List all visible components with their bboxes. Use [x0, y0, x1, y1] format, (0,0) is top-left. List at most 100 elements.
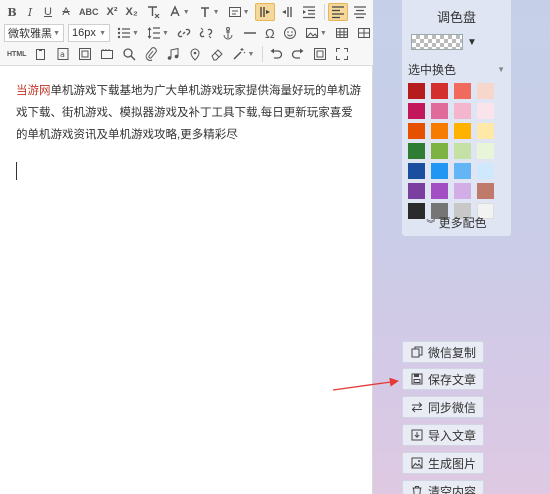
color-swatch[interactable] [431, 103, 448, 119]
color-swatch[interactable] [454, 103, 471, 119]
transparent-color-swatch[interactable] [411, 34, 463, 50]
undo-button[interactable] [266, 45, 286, 63]
color-swatch[interactable] [408, 143, 425, 159]
font-family-select[interactable]: 微软雅黑 ▼ [4, 24, 64, 42]
brand-link[interactable]: 当游网 [16, 85, 51, 97]
generate-image-button[interactable]: 生成图片 [402, 452, 484, 474]
link-icon [177, 28, 191, 38]
fullscreen-button[interactable] [332, 45, 352, 63]
font-size-select[interactable]: 16px ▼ [68, 24, 110, 42]
color-swatch[interactable] [454, 83, 471, 99]
copy-wechat-button[interactable]: 微信复制 [402, 341, 484, 363]
unlink-icon [199, 27, 213, 39]
subscript-button[interactable]: X₂ [123, 3, 141, 21]
paperclip-icon [146, 47, 158, 61]
eraser-button[interactable] [207, 45, 227, 63]
font-format-button[interactable]: ABC [76, 3, 102, 21]
insert-table-button[interactable] [332, 24, 352, 42]
clear-content-button[interactable]: 清空内容 [402, 480, 484, 494]
color-swatch[interactable] [477, 123, 494, 139]
indent-button[interactable] [299, 3, 319, 21]
link-button[interactable] [174, 24, 194, 42]
strikethrough-button[interactable]: A [58, 3, 74, 21]
insert-frame-button[interactable] [75, 45, 95, 63]
color-swatch[interactable] [431, 123, 448, 139]
line-height-button[interactable]: ▼ [144, 24, 172, 42]
map-pin-icon [190, 48, 200, 61]
color-swatch[interactable] [431, 83, 448, 99]
redo-icon [292, 48, 304, 59]
editor-content[interactable]: 当游网单机游戏下载基地为广大单机游戏玩家提供海量好玩的单机游戏下载、街机游戏、模… [16, 80, 361, 146]
map-button[interactable] [185, 45, 205, 63]
color-swatch[interactable] [477, 83, 494, 99]
color-swatch[interactable] [454, 143, 471, 159]
font-color-icon [170, 5, 180, 17]
insert-code-button[interactable]: a [53, 45, 73, 63]
paragraph-format-button[interactable]: ▼ [225, 3, 253, 21]
palette-title: 调色盘 [436, 10, 476, 25]
video-icon [101, 49, 114, 59]
insert-video-button[interactable] [97, 45, 117, 63]
font-color-button[interactable]: ▼ [165, 3, 193, 21]
save-article-button[interactable]: 保存文章 [402, 368, 484, 390]
color-swatch[interactable] [454, 183, 471, 199]
format-painter-button[interactable]: ▼ [229, 45, 257, 63]
align-center-button[interactable] [350, 3, 370, 21]
color-swatch[interactable] [431, 143, 448, 159]
anchor-button[interactable] [218, 24, 238, 42]
color-swatch[interactable] [408, 123, 425, 139]
emotion-button[interactable] [280, 24, 300, 42]
italic-button[interactable]: I [22, 3, 38, 21]
color-swatch[interactable] [477, 143, 494, 159]
image-icon [305, 28, 318, 38]
paste-plain-button[interactable] [31, 45, 51, 63]
font-size-value: 16px [72, 27, 96, 39]
rtl-direction-button[interactable] [277, 3, 297, 21]
music-button[interactable] [163, 45, 183, 63]
align-center-icon [353, 6, 366, 19]
palette-preview-select[interactable]: ▼ [411, 32, 502, 52]
paste-icon [36, 49, 46, 60]
caret-down-icon[interactable]: ▼ [467, 37, 477, 48]
color-swatch[interactable] [477, 163, 494, 179]
search-replace-button[interactable] [119, 45, 139, 63]
sync-wechat-button[interactable]: 同步微信 [402, 396, 484, 418]
special-character-button[interactable]: Ω [262, 24, 278, 42]
clear-format-button[interactable] [143, 3, 163, 21]
unordered-list-button[interactable]: ▼ [114, 24, 142, 42]
horizontal-rule-button[interactable] [240, 24, 260, 42]
color-swatch[interactable] [408, 103, 425, 119]
color-swatch[interactable] [431, 163, 448, 179]
toolbar-separator [323, 4, 325, 20]
color-swatch[interactable] [454, 163, 471, 179]
redo-button[interactable] [288, 45, 308, 63]
align-left-button[interactable] [327, 3, 348, 21]
content-text: 单机游戏下载基地为广大单机游戏玩家提供海量好玩的单机游戏下载、街机游戏、模拟器游… [16, 85, 361, 141]
unlink-button[interactable] [196, 24, 216, 42]
color-swatch[interactable] [477, 103, 494, 119]
caret-down-icon: ▼ [497, 65, 505, 74]
html-source-button[interactable]: HTML [4, 45, 29, 63]
underline-button[interactable]: U [40, 3, 56, 21]
attachment-button[interactable] [141, 45, 161, 63]
more-colors-button[interactable]: ︾ 更多配色 [402, 214, 511, 231]
bold-button[interactable]: B [4, 3, 20, 21]
color-swatch[interactable] [431, 183, 448, 199]
insert-image-button[interactable]: ▼ [302, 24, 330, 42]
preview-button[interactable] [310, 45, 330, 63]
ltr-direction-button[interactable] [254, 3, 275, 21]
color-swatch[interactable] [408, 163, 425, 179]
insert-row-button[interactable] [354, 24, 374, 42]
palette-subtitle: 选中换色 ▼ [408, 61, 505, 78]
background-color-button[interactable]: ▼ [195, 3, 223, 21]
color-swatch[interactable] [408, 83, 425, 99]
side-panel: 调色盘 ▼ 选中换色 ▼ ︾ 更多配色 微信复制 保存文章 同步微信 导入文章 … [373, 0, 550, 494]
import-article-button[interactable]: 导入文章 [402, 424, 484, 446]
color-swatch[interactable] [477, 183, 494, 199]
color-swatch[interactable] [408, 183, 425, 199]
undo-icon [270, 48, 283, 59]
color-swatch[interactable] [454, 123, 471, 139]
toolbar-row-1: B I U A ABC X² X₂ ▼ ▼ ▼ [4, 2, 416, 22]
superscript-button[interactable]: X² [104, 3, 121, 21]
insert-row-icon [357, 28, 370, 38]
